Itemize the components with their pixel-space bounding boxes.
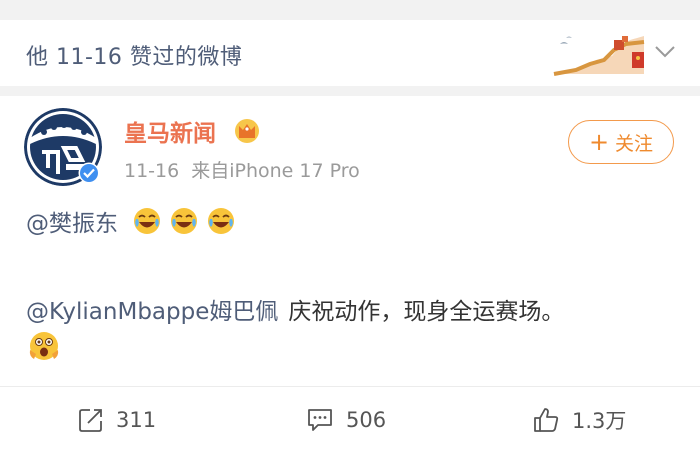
top-strip (0, 0, 700, 20)
repost-count: 311 (116, 408, 157, 432)
post-meta: 11-16 来自iPhone 17 Pro (124, 156, 360, 183)
plus-icon: + (588, 128, 610, 156)
repost-icon (79, 409, 102, 432)
comment-icon (308, 409, 332, 431)
chevron-down-icon[interactable] (654, 44, 676, 60)
post-action-bar: 311 506 1.3万 (0, 386, 700, 453)
follow-button[interactable]: + 关注 (568, 120, 674, 164)
post-source[interactable]: 来自iPhone 17 Pro (191, 160, 360, 182)
post-body-text: 庆祝动作，现身全运赛场。 (288, 299, 565, 325)
post-time: 11-16 (124, 160, 180, 182)
mention-link[interactable]: @樊振东 (26, 204, 118, 238)
like-count: 1.3万 (572, 409, 627, 433)
mention-link[interactable]: @KylianMbappe姆巴佩 (26, 299, 278, 325)
author-name[interactable]: 皇马新闻 (124, 114, 216, 148)
crown-badge-icon (235, 119, 259, 143)
comment-count: 506 (346, 408, 387, 432)
verified-badge-icon (78, 162, 100, 184)
laugh-cry-emoji-icon (134, 208, 160, 234)
like-button[interactable]: 1.3万 (532, 387, 626, 453)
liked-posts-header: 他 11-16 赞过的微博 (0, 20, 700, 87)
great-wall-banner-icon (553, 36, 645, 76)
divider-gap (0, 86, 700, 96)
post-card: 皇马新闻 11-16 来自iPhone 17 Pro + 关注 @樊振东 @Ky… (0, 96, 700, 452)
thumbs-up-icon (534, 408, 559, 432)
laugh-cry-emoji-icon (171, 208, 197, 234)
laugh-cry-emoji-icon (208, 208, 234, 234)
post-text-line2: @KylianMbappe姆巴佩 庆祝动作，现身全运赛场。 (26, 292, 564, 326)
post-text-line1: @樊振东 (26, 204, 236, 238)
follow-label: 关注 (615, 132, 654, 155)
comment-button[interactable]: 506 (306, 387, 386, 453)
shocked-emoji-icon (29, 332, 59, 360)
repost-button[interactable]: 311 (78, 387, 156, 453)
section-title: 他 11-16 赞过的微博 (26, 45, 243, 70)
